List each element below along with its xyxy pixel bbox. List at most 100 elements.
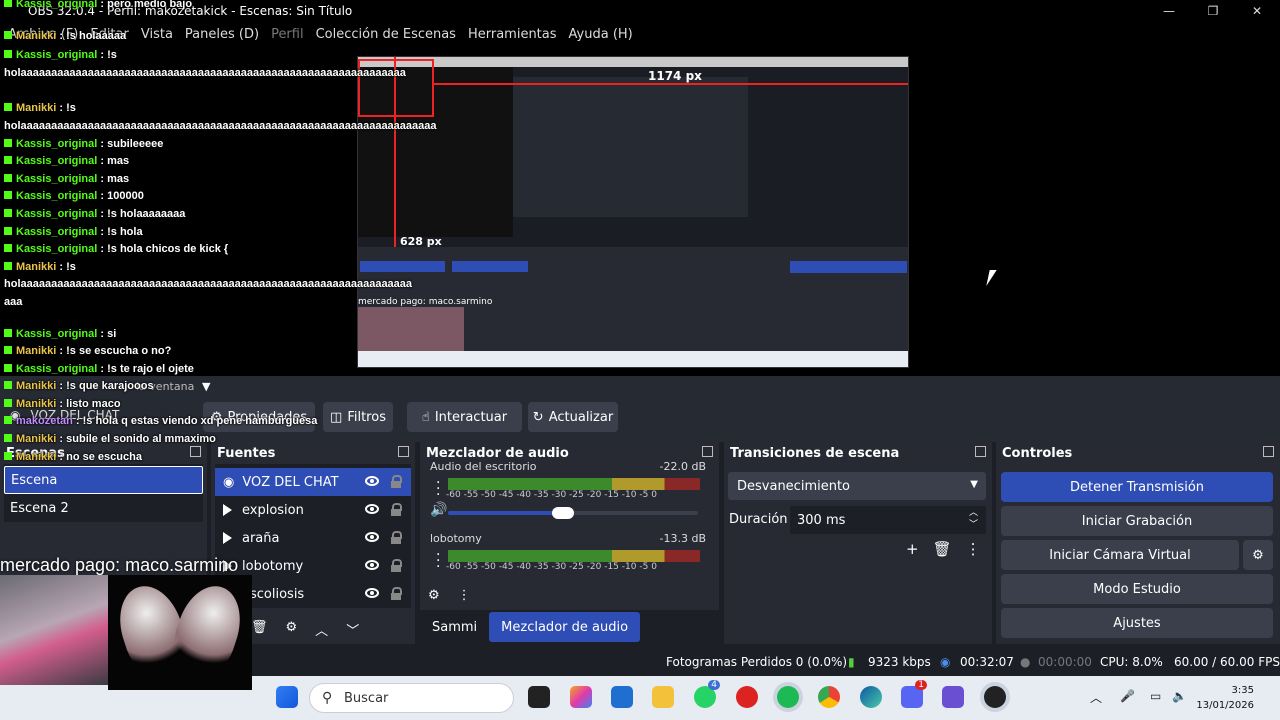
gear-icon[interactable]: ⚙: [286, 620, 298, 639]
app-red-icon[interactable]: [736, 686, 758, 708]
tab-sammi[interactable]: Sammi: [420, 612, 489, 642]
eye-icon[interactable]: [365, 504, 379, 514]
move-down-icon[interactable]: ﹀: [346, 620, 359, 639]
clock-date: 13/01/2026: [1196, 700, 1254, 711]
play-icon: [223, 532, 232, 544]
channel-name: Audio del escritorio: [430, 460, 537, 473]
kick-badge-icon: [4, 173, 12, 182]
interact-button[interactable]: ☝ Interactuar: [407, 402, 522, 432]
volume-slider[interactable]: [448, 507, 698, 519]
start-recording-button[interactable]: Iniciar Grabación: [1001, 506, 1273, 536]
windows-start-icon[interactable]: [276, 686, 298, 708]
spotify-icon[interactable]: [777, 686, 799, 708]
spinner-icon[interactable]: ︿ ﹀: [969, 507, 978, 531]
settings-button[interactable]: Ajustes: [1001, 608, 1273, 638]
close-button[interactable]: ✕: [1234, 0, 1280, 22]
kick-badge-icon: [4, 50, 12, 59]
source-item[interactable]: ◉ VOZ DEL CHAT: [215, 468, 411, 496]
channel-menu-icon[interactable]: · · ·: [436, 548, 440, 574]
scenes-list: Escena Escena 2: [4, 464, 203, 522]
transitions-dock: Transiciones de escena Desvanecimiento ▼…: [724, 442, 992, 644]
undock-icon[interactable]: [398, 446, 409, 457]
maximize-button[interactable]: ❐: [1190, 0, 1236, 22]
search-icon: ⚲: [322, 690, 333, 706]
donation-text: mercado pago: maco.sarmino: [0, 555, 239, 575]
refresh-icon: ↻: [532, 409, 544, 425]
mixer-channel: lobotomy -13.3 dB · · · -60 -55 -50 -45 -40…: [424, 532, 714, 592]
undock-icon[interactable]: [975, 446, 986, 457]
stop-stream-button[interactable]: Detener Transmisión: [1001, 472, 1273, 502]
lock-icon[interactable]: [391, 531, 402, 544]
volume-icon[interactable]: 🔈: [1172, 689, 1187, 703]
mixer-menu-icon[interactable]: ⋮: [458, 588, 471, 603]
menu-herramientas[interactable]: Herramientas: [468, 27, 557, 42]
edge-icon[interactable]: [860, 686, 882, 708]
taskbar-clock[interactable]: 3:35 13/01/2026: [1196, 683, 1254, 713]
add-icon[interactable]: +: [906, 540, 919, 558]
channel-menu-icon[interactable]: · · ·: [436, 476, 440, 502]
more-icon[interactable]: ⋮: [966, 540, 981, 558]
mixer-settings-icon[interactable]: ⚙: [428, 588, 440, 603]
stream-time: 00:32:07: [960, 655, 1014, 669]
volume-meter: [448, 478, 700, 490]
chat-line: Kassis_original : mas: [0, 171, 350, 189]
preview-guide-horizontal: [434, 83, 908, 85]
minimize-button[interactable]: —: [1146, 0, 1192, 22]
wings-image: [108, 575, 252, 690]
chat-line: Manikki : no se escucha: [0, 449, 350, 467]
chat-line: Kassis_original : !s holaaaaaaaa: [0, 206, 350, 224]
source-item[interactable]: explosion: [215, 496, 411, 524]
lock-icon[interactable]: [391, 559, 402, 572]
whatsapp-icon[interactable]: 4: [694, 680, 720, 708]
program-preview[interactable]: 1174 px 628 px mercado pago: maco.sarmin…: [357, 56, 909, 368]
copilot-icon[interactable]: [570, 686, 592, 708]
studio-mode-button[interactable]: Modo Estudio: [1001, 574, 1273, 604]
refresh-button[interactable]: ↻ Actualizar: [528, 402, 618, 432]
bitrate: 9323 kbps: [868, 655, 931, 669]
mixer-dock: Mezclador de audio Audio del escritorio -…: [420, 442, 719, 610]
bottom-dock-tabs: Sammi Mezclador de audio: [420, 612, 641, 642]
source-item[interactable]: araña: [215, 524, 411, 552]
move-up-icon[interactable]: ︿: [315, 620, 328, 639]
kick-badge-icon: [4, 434, 12, 443]
eye-icon[interactable]: [365, 476, 379, 486]
eye-icon[interactable]: [365, 532, 379, 542]
scene-item[interactable]: Escena 2: [4, 494, 203, 522]
store-icon[interactable]: [611, 686, 633, 708]
chat-line: Manikki : !s que karajooos: [0, 378, 350, 396]
play-icon: [223, 504, 232, 516]
eye-icon[interactable]: [365, 560, 379, 570]
undock-icon[interactable]: [1263, 446, 1274, 457]
transition-select[interactable]: Desvanecimiento ▼: [728, 472, 986, 500]
scene-item[interactable]: Escena: [4, 466, 203, 494]
eye-icon[interactable]: [365, 588, 379, 598]
mixer-channel: Audio del escritorio -22.0 dB · · · -60 -55…: [424, 460, 714, 530]
file-explorer-icon[interactable]: [652, 686, 674, 708]
chat-line: Kassis_original : mas: [0, 153, 350, 171]
tab-audio-mixer[interactable]: Mezclador de audio: [489, 612, 641, 642]
lock-icon[interactable]: [391, 587, 402, 600]
start-virtual-camera-button[interactable]: Iniciar Cámara Virtual: [1001, 540, 1239, 570]
kick-badge-icon: [4, 30, 12, 39]
menu-ayuda[interactable]: Ayuda (H): [569, 27, 633, 42]
speaker-icon[interactable]: 🔊: [430, 502, 447, 518]
tray-chevron-icon[interactable]: ︿: [1090, 689, 1102, 706]
chrome-icon[interactable]: [818, 686, 840, 708]
undock-icon[interactable]: [702, 446, 713, 457]
duration-input[interactable]: 300 ms ︿ ﹀: [790, 506, 986, 534]
microphone-icon[interactable]: 🎤: [1120, 689, 1135, 703]
kick-badge-icon: [4, 226, 12, 235]
task-view-icon[interactable]: [528, 686, 550, 708]
taskbar-search[interactable]: ⚲ Buscar: [309, 683, 514, 713]
obs-icon[interactable]: [984, 686, 1006, 708]
preview-nested-taskbar: [358, 351, 908, 367]
virtual-camera-settings-icon[interactable]: ⚙: [1243, 540, 1273, 570]
app-purple-icon[interactable]: [942, 686, 964, 708]
lock-icon[interactable]: [391, 475, 402, 488]
delete-icon[interactable]: 🗑: [933, 540, 952, 558]
network-icon[interactable]: ▭: [1150, 689, 1161, 703]
lock-icon[interactable]: [391, 503, 402, 516]
delete-icon[interactable]: 🗑: [251, 620, 268, 639]
discord-icon[interactable]: 1: [901, 680, 927, 708]
volume-knob[interactable]: [552, 507, 574, 519]
